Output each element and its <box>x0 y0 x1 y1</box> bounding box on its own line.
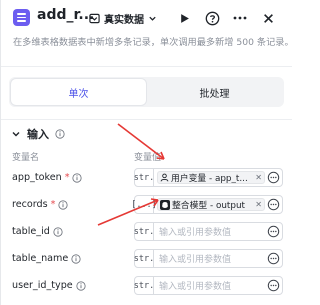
reference-icon[interactable] <box>267 225 280 238</box>
column-header-name: 变量名 <box>12 153 40 163</box>
divider <box>1 66 292 67</box>
help-icon <box>205 11 219 25</box>
param-label-records: records * <box>12 199 69 210</box>
model-icon <box>160 199 170 210</box>
param-label-app-token: app_token * <box>12 172 83 183</box>
chevron-down-icon <box>149 16 156 21</box>
tab-batch[interactable]: 批处理 <box>147 79 282 105</box>
close-button[interactable] <box>259 9 277 27</box>
reference-chip[interactable]: 整合模型 - output ✕ <box>157 198 265 211</box>
info-icon[interactable] <box>71 253 81 264</box>
reference-icon[interactable] <box>267 252 280 265</box>
required-marker: * <box>50 199 56 210</box>
param-field-user-id-type[interactable]: str. 输入或引用参数值 <box>134 276 283 295</box>
help-button[interactable] <box>203 9 221 27</box>
real-data-toggle[interactable]: 真实数据 <box>89 10 157 26</box>
tab-single[interactable]: 单次 <box>11 79 146 105</box>
info-icon[interactable] <box>76 280 86 291</box>
mode-tabs: 单次 批处理 <box>9 77 284 107</box>
real-data-label: 真实数据 <box>104 14 144 26</box>
node-panel: add_r... 真实数据 在多维表格数据表中新增多条记录，单次调用最多新增 5… <box>0 0 294 305</box>
param-input-placeholder[interactable]: 输入或引用参数值 <box>159 279 231 292</box>
type-tag[interactable]: [...] <box>131 196 157 213</box>
param-name: user_id_type <box>12 280 73 291</box>
reference-icon[interactable] <box>267 171 280 184</box>
type-tag[interactable]: str. <box>134 223 154 240</box>
collapse-chevron-icon <box>12 132 20 137</box>
info-icon[interactable] <box>55 129 65 139</box>
remove-reference-icon[interactable]: ✕ <box>255 200 264 209</box>
close-icon <box>263 13 273 23</box>
info-icon[interactable] <box>53 226 63 237</box>
type-tag[interactable]: str. <box>134 250 154 267</box>
reference-value: 用户变量 - app_t... <box>171 174 248 184</box>
required-marker: * <box>64 172 70 183</box>
type-tag[interactable]: str. <box>134 277 154 294</box>
param-input-placeholder[interactable]: 输入或引用参数值 <box>159 225 231 238</box>
param-field-table-id[interactable]: str. 输入或引用参数值 <box>134 222 283 241</box>
param-label-table-id: table_id <box>12 226 63 237</box>
info-icon[interactable] <box>72 172 83 183</box>
remove-reference-icon[interactable]: ✕ <box>255 173 264 182</box>
app-icon <box>13 9 30 26</box>
type-tag[interactable]: str. <box>134 169 154 186</box>
param-name: table_id <box>12 226 50 237</box>
param-input-placeholder[interactable]: 输入或引用参数值 <box>159 252 231 265</box>
reference-icon[interactable] <box>267 279 280 292</box>
node-title[interactable]: add_r... <box>37 7 94 23</box>
reference-value: 整合模型 - output <box>172 201 245 211</box>
param-name: table_name <box>12 253 69 264</box>
param-label-user-id-type: user_id_type <box>12 280 86 291</box>
column-header-value: 变量值 <box>134 153 162 163</box>
reference-chip[interactable]: 用户变量 - app_t... ✕ <box>157 171 265 184</box>
more-button[interactable] <box>231 9 249 27</box>
database-icon <box>89 13 100 23</box>
play-icon <box>180 13 189 23</box>
info-icon[interactable] <box>58 199 69 210</box>
divider <box>1 119 292 120</box>
param-name: records <box>12 199 48 210</box>
user-icon <box>160 173 169 182</box>
panel-header: add_r... 真实数据 <box>1 0 292 36</box>
param-field-app-token[interactable]: str. 用户变量 - app_t... ✕ <box>134 168 283 187</box>
reference-icon[interactable] <box>267 198 280 211</box>
param-field-table-name[interactable]: str. 输入或引用参数值 <box>134 249 283 268</box>
input-section-title: 输入 <box>27 128 49 141</box>
input-section-header[interactable]: 输入 <box>11 126 65 142</box>
node-description: 在多维表格数据表中新增多条记录，单次调用最多新增 500 条记录。 <box>13 37 294 48</box>
param-label-table-name: table_name <box>12 253 81 264</box>
run-button[interactable] <box>175 9 193 27</box>
more-icon <box>233 16 247 20</box>
param-name: app_token <box>12 172 62 183</box>
param-field-records[interactable]: [...] 整合模型 - output ✕ <box>131 195 283 214</box>
